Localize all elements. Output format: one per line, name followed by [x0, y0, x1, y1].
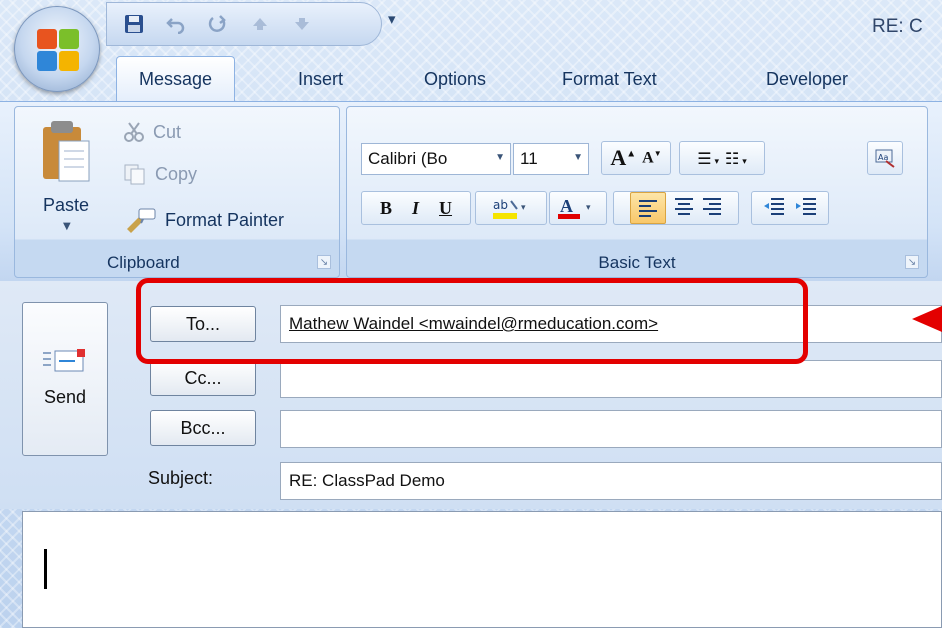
indent-buttons: [751, 191, 829, 225]
customize-qat-icon[interactable]: ▾: [388, 10, 396, 28]
decrease-indent-icon[interactable]: [763, 197, 785, 220]
tab-options[interactable]: Options: [424, 56, 486, 102]
basic-text-dialog-launcher-icon[interactable]: ↘: [905, 255, 919, 269]
format-painter-icon: [127, 208, 156, 233]
quick-access-toolbar: [106, 2, 382, 46]
highlight-button[interactable]: ab ▾: [475, 191, 547, 225]
subject-label: Subject:: [148, 468, 214, 488]
increase-indent-icon[interactable]: [795, 197, 817, 220]
font-name-dropdown-icon[interactable]: ▼: [495, 152, 505, 163]
font-size-dropdown-icon[interactable]: ▼: [573, 152, 583, 163]
align-right-icon[interactable]: [702, 197, 722, 220]
office-button[interactable]: [14, 6, 100, 92]
tab-format-text[interactable]: Format Text: [562, 56, 657, 102]
ribbon: Paste ▼ Cut Copy Format Painter Clipboar…: [0, 101, 942, 281]
tab-insert[interactable]: Insert: [298, 56, 343, 102]
grow-shrink-font-buttons: A▲ A▼: [601, 141, 671, 175]
clipboard-group: Paste ▼ Cut Copy Format Painter Clipboar…: [14, 106, 340, 278]
paste-dropdown-icon[interactable]: ▼: [63, 221, 71, 232]
basic-text-group: Calibri (Bo ▼ 11 ▼ A▲ A▼ ☰ ▾ ☷ ▾ Aa B I …: [346, 106, 928, 278]
underline-button[interactable]: U: [439, 198, 452, 219]
paste-button[interactable]: Paste ▼: [25, 113, 105, 237]
text-caret: [44, 549, 47, 589]
bold-button[interactable]: B: [380, 198, 392, 219]
tab-developer[interactable]: Developer: [766, 56, 848, 102]
font-size-value: 11: [520, 149, 538, 168]
copy-label: Copy: [155, 163, 198, 184]
basic-text-group-label: Basic Text: [598, 253, 676, 272]
annotation-arrow-icon: [912, 306, 942, 332]
alignment-buttons: [613, 191, 739, 225]
format-painter-button[interactable]: Format Painter: [123, 207, 284, 233]
send-label: Send: [43, 387, 87, 407]
office-logo-icon: [37, 29, 79, 71]
shrink-font-icon[interactable]: A▼: [642, 149, 661, 167]
cc-button[interactable]: Cc...: [150, 360, 256, 396]
up-arrow-icon[interactable]: [249, 13, 271, 35]
font-color-icon: A ▾: [558, 196, 591, 219]
paste-label: Paste: [43, 195, 90, 215]
clipboard-dialog-launcher-icon[interactable]: ↘: [317, 255, 331, 269]
cut-label: Cut: [153, 121, 182, 142]
font-name-value: Calibri (Bo: [368, 149, 448, 168]
font-size-combo[interactable]: 11 ▼: [513, 143, 589, 175]
svg-text:ab: ab: [493, 198, 508, 212]
svg-text:A: A: [560, 196, 573, 216]
list-buttons: ☰ ▾ ☷ ▾: [679, 141, 765, 175]
numbering-icon[interactable]: ☷ ▾: [725, 149, 747, 168]
copy-icon: [124, 164, 145, 185]
send-envelope-icon: [43, 349, 85, 372]
undo-icon[interactable]: [165, 13, 187, 35]
cc-field[interactable]: [280, 360, 942, 398]
svg-text:▾: ▾: [521, 202, 526, 212]
align-left-icon[interactable]: [630, 192, 666, 224]
subject-field[interactable]: RE: ClassPad Demo: [280, 462, 942, 500]
cut-button[interactable]: Cut: [123, 121, 181, 143]
scissors-icon: [124, 122, 144, 142]
bcc-button[interactable]: Bcc...: [150, 410, 256, 446]
font-color-button[interactable]: A ▾: [549, 191, 607, 225]
send-button[interactable]: Send: [22, 302, 108, 456]
font-name-combo[interactable]: Calibri (Bo ▼: [361, 143, 511, 175]
text-highlight-icon: ab ▾: [493, 198, 526, 219]
svg-text:▾: ▾: [586, 202, 591, 212]
italic-button[interactable]: I: [412, 198, 419, 219]
save-icon[interactable]: [123, 13, 145, 35]
font-style-buttons: B I U: [361, 191, 471, 225]
window-title: RE: C: [872, 16, 923, 37]
paste-icon: [43, 121, 90, 182]
tab-message[interactable]: Message: [116, 56, 236, 102]
message-body[interactable]: [22, 511, 942, 628]
clipboard-group-label: Clipboard: [107, 253, 180, 272]
bullets-icon[interactable]: ☰ ▾: [697, 149, 719, 168]
annotation-highlight-box: [136, 278, 808, 364]
redo-icon[interactable]: [207, 13, 229, 35]
align-center-icon[interactable]: [674, 197, 694, 220]
copy-button[interactable]: Copy: [123, 163, 197, 185]
bcc-field[interactable]: [280, 410, 942, 448]
clear-formatting-icon[interactable]: Aa: [867, 141, 903, 175]
grow-font-icon[interactable]: A▲: [610, 145, 636, 171]
format-painter-label: Format Painter: [165, 209, 285, 230]
down-arrow-icon[interactable]: [291, 13, 313, 35]
